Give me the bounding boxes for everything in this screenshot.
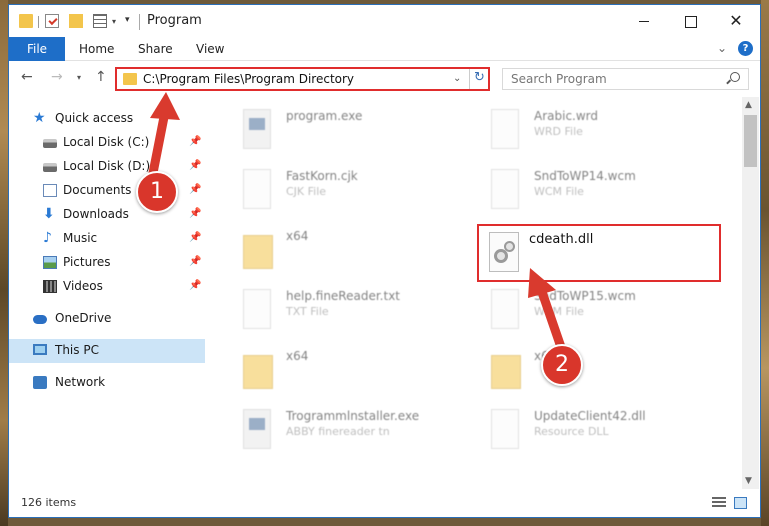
callout-arrow-2-head bbox=[528, 268, 556, 298]
callout-badge-2: 2 bbox=[541, 344, 583, 386]
callout-arrow-1 bbox=[147, 107, 170, 183]
callout-arrow-1-head bbox=[150, 92, 180, 120]
callout-overlay bbox=[147, 92, 567, 355]
callout-arrow-2 bbox=[537, 287, 567, 355]
callout-badge-1: 1 bbox=[136, 171, 178, 213]
